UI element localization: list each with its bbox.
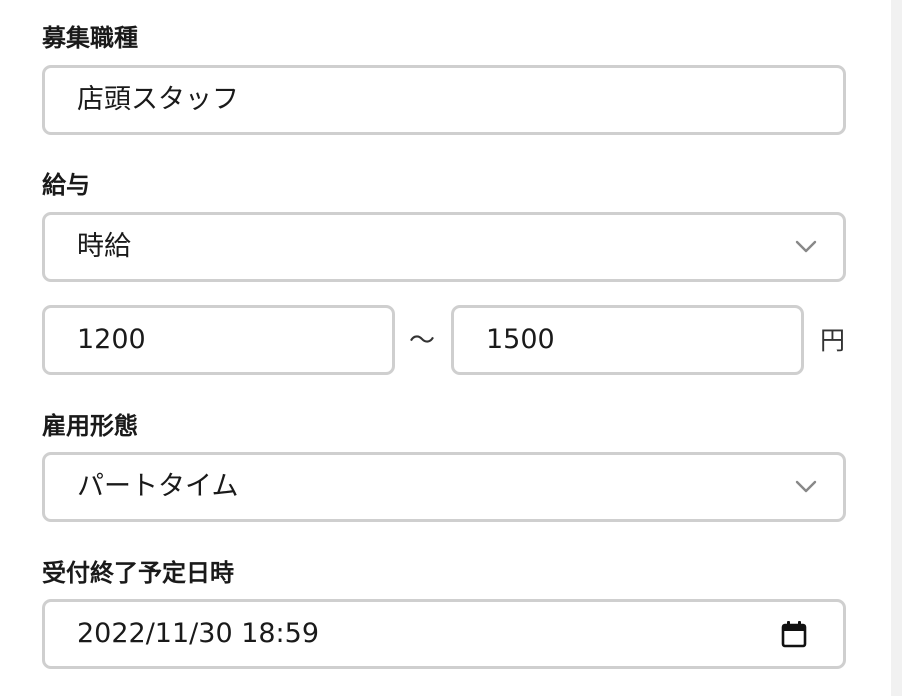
salary-range-separator: 〜 (409, 326, 436, 356)
salary-unit: 円 (820, 326, 846, 355)
salary-max-input[interactable]: 1500 (451, 305, 804, 375)
job-posting-form-page: 募集職種 店頭スタッフ 給与 時給 1200 〜 1500 円 雇用形態 パート… (0, 0, 902, 696)
salary-label: 給与 (42, 171, 90, 199)
job-type-label: 募集職種 (42, 24, 138, 52)
salary-min-value: 1200 (77, 324, 146, 355)
deadline-label: 受付終了予定日時 (42, 559, 234, 587)
job-type-value: 店頭スタッフ (77, 84, 239, 115)
job-type-input[interactable]: 店頭スタッフ (42, 65, 846, 135)
salary-type-value: 時給 (77, 231, 131, 262)
salary-type-select[interactable]: 時給 (42, 212, 846, 282)
calendar-icon[interactable] (781, 620, 807, 648)
deadline-datetime-input[interactable]: 2022/11/30 18:59 (42, 599, 846, 669)
scrollbar-track[interactable] (891, 0, 902, 696)
salary-max-value: 1500 (486, 324, 555, 355)
chevron-down-icon (795, 480, 817, 493)
employment-type-label: 雇用形態 (42, 412, 138, 440)
salary-min-input[interactable]: 1200 (42, 305, 395, 375)
employment-type-value: パートタイム (77, 471, 239, 502)
deadline-value: 2022/11/30 18:59 (77, 618, 320, 649)
employment-type-select[interactable]: パートタイム (42, 452, 846, 522)
chevron-down-icon (795, 240, 817, 253)
